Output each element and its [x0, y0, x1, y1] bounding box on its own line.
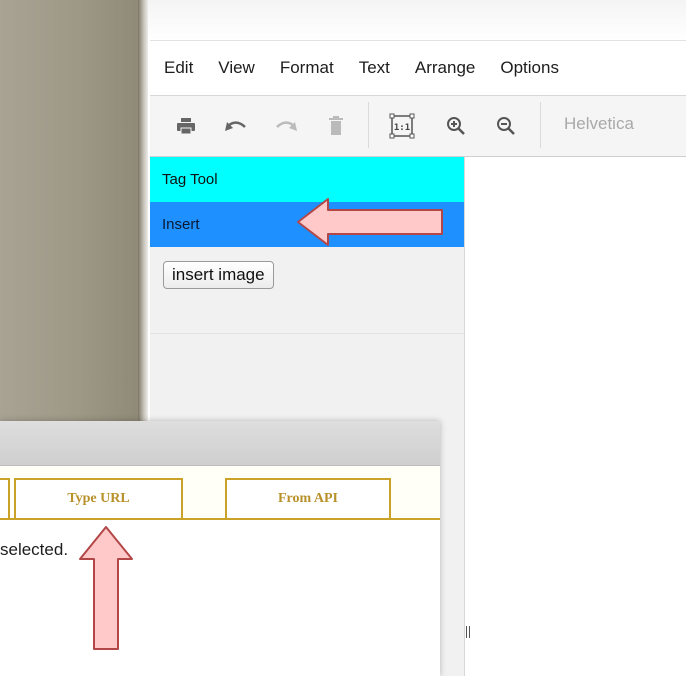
dialog-tab-partial[interactable] [0, 478, 10, 518]
toolbar-separator [368, 102, 369, 148]
dialog-status-text: selected. [0, 540, 69, 559]
menu-edit[interactable]: Edit [164, 58, 193, 78]
zoom-in-icon[interactable] [444, 114, 468, 138]
toolbar: 1:1 Helvetica [150, 95, 686, 157]
insert-image-button[interactable]: insert image [163, 261, 274, 289]
print-icon[interactable] [174, 114, 198, 138]
menubar: Edit View Format Text Arrange Options [150, 40, 686, 95]
actual-size-icon[interactable]: 1:1 [388, 113, 416, 139]
font-family-select[interactable]: Helvetica [564, 114, 634, 134]
undo-icon[interactable] [224, 114, 248, 138]
menu-format[interactable]: Format [280, 58, 334, 78]
panel-divider [150, 333, 464, 334]
tab-type-url[interactable]: Type URL [14, 478, 183, 518]
zoom-out-icon[interactable] [494, 114, 518, 138]
redo-icon[interactable] [274, 114, 298, 138]
menu-arrange[interactable]: Arrange [415, 58, 475, 78]
annotation-arrow-up [79, 526, 133, 650]
menu-options[interactable]: Options [500, 58, 559, 78]
toolbar-separator [540, 102, 541, 148]
dialog-title-bar[interactable] [0, 421, 440, 466]
svg-text:1:1: 1:1 [394, 123, 410, 133]
tab-from-api[interactable]: From API [225, 478, 391, 518]
annotation-arrow-left [297, 198, 443, 246]
menu-text[interactable]: Text [359, 58, 390, 78]
menu-view[interactable]: View [218, 58, 255, 78]
splitter-handle[interactable] [466, 625, 472, 639]
window-top-area [148, 0, 686, 40]
delete-icon[interactable] [324, 114, 348, 138]
